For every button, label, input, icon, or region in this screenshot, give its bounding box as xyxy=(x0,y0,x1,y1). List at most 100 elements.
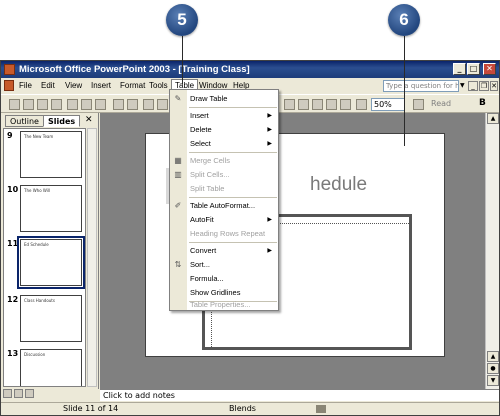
slides-pane: Outline Slides ✕ 9 The New Team 10 The W… xyxy=(1,113,99,389)
split-cells-icon: ▥ xyxy=(174,170,182,179)
menu-item-label: Heading Rows Repeat xyxy=(190,229,266,238)
menu-item-split-cells[interactable]: ▥ Split Cells... xyxy=(170,168,278,182)
slides-pane-scrollbar[interactable] xyxy=(87,128,97,387)
window-title: Microsoft Office PowerPoint 2003 - [Trai… xyxy=(19,64,250,75)
show-formatting-icon[interactable] xyxy=(340,99,351,110)
menu-item-label: Formula... xyxy=(190,274,224,283)
menu-item-label: Split Table xyxy=(190,184,225,193)
document-icon[interactable] xyxy=(4,80,14,91)
expand-all-icon[interactable] xyxy=(326,99,337,110)
submenu-arrow-icon: ▶ xyxy=(267,127,272,133)
submenu-arrow-icon: ▶ xyxy=(267,141,272,147)
thumbnail-title: Discussion xyxy=(24,352,46,357)
paragraph-icon[interactable] xyxy=(356,99,367,110)
zoom-select[interactable]: 50% xyxy=(371,98,405,111)
open-icon[interactable] xyxy=(23,99,34,110)
submenu-arrow-icon: ▶ xyxy=(267,113,272,119)
menu-item-select[interactable]: Select ▶ xyxy=(170,137,278,151)
permission-icon[interactable] xyxy=(51,99,62,110)
powerpoint-app-icon[interactable] xyxy=(4,64,15,75)
slide-title[interactable]: hedule xyxy=(310,174,367,196)
tab-slides[interactable]: Slides xyxy=(43,115,81,127)
close-button[interactable]: ✕ xyxy=(483,63,496,75)
submenu-arrow-icon: ▶ xyxy=(267,217,272,223)
menu-separator xyxy=(189,197,277,198)
prev-slide-icon[interactable]: ▲ xyxy=(487,351,499,362)
new-icon[interactable] xyxy=(9,99,20,110)
slide-number: 9 xyxy=(7,131,13,140)
copy-icon[interactable] xyxy=(157,99,168,110)
menu-item-convert[interactable]: Convert ▶ xyxy=(170,244,278,258)
table-menu-dropdown: ✎ Draw Table Insert ▶ Delete ▶ Select ▶ … xyxy=(169,89,279,311)
email-icon[interactable] xyxy=(67,99,78,110)
callout-6-leader xyxy=(404,36,405,146)
menu-item-draw-table[interactable]: ✎ Draw Table xyxy=(170,92,278,106)
menu-item-label: Sort... xyxy=(190,260,211,269)
merge-cells-icon: ▦ xyxy=(174,156,182,165)
menu-format[interactable]: Format xyxy=(120,81,145,90)
menu-item-label: Delete xyxy=(190,125,212,134)
scroll-up-icon[interactable]: ▲ xyxy=(487,113,499,124)
view-buttons xyxy=(3,389,43,401)
save-icon[interactable] xyxy=(37,99,48,110)
next-slide-icon[interactable]: ▼ xyxy=(487,375,499,386)
menu-item-merge-cells[interactable]: ▦ Merge Cells xyxy=(170,154,278,168)
menu-item-insert[interactable]: Insert ▶ xyxy=(170,109,278,123)
slide-number: 13 xyxy=(7,349,19,358)
research-icon[interactable] xyxy=(127,99,138,110)
print-preview-icon[interactable] xyxy=(95,99,106,110)
slide-count-status: Slide 11 of 14 xyxy=(63,404,119,413)
sort-icon: ⇅ xyxy=(174,260,182,269)
menu-tools[interactable]: Tools xyxy=(149,81,168,90)
menu-item-label: Merge Cells xyxy=(190,156,231,165)
print-icon[interactable] xyxy=(81,99,92,110)
menu-insert[interactable]: Insert xyxy=(91,81,111,90)
menu-item-heading-rows-repeat[interactable]: Heading Rows Repeat xyxy=(170,227,278,241)
notes-pane[interactable]: Click to add notes xyxy=(100,389,499,401)
menu-item-autofit[interactable]: AutoFit ▶ xyxy=(170,213,278,227)
menu-item-label: Show Gridlines xyxy=(190,288,241,297)
slide-show-icon[interactable] xyxy=(25,389,34,398)
insert-chart-icon[interactable] xyxy=(312,99,323,110)
menu-item-label: Table AutoFormat... xyxy=(190,201,256,210)
doc-restore-button[interactable]: ❐ xyxy=(479,81,489,91)
read-button[interactable]: Read xyxy=(431,99,451,108)
select-browse-icon[interactable]: ● xyxy=(487,363,499,374)
doc-minimize-button[interactable]: _ xyxy=(468,81,478,91)
menu-item-table-properties[interactable]: Table Properties... xyxy=(170,298,278,312)
cut-icon[interactable] xyxy=(143,99,154,110)
slide-number: 11 xyxy=(7,239,19,248)
help-icon[interactable] xyxy=(413,99,424,110)
normal-view-icon[interactable] xyxy=(3,389,12,398)
tab-outline[interactable]: Outline xyxy=(5,115,44,127)
menu-item-table-autoformat[interactable]: ✐ Table AutoFormat... xyxy=(170,199,278,213)
tables-borders-icon[interactable] xyxy=(298,99,309,110)
slide-thumbnail-12[interactable]: Class Handouts xyxy=(20,295,82,342)
slide-thumbnail-11[interactable]: Ed Schedule xyxy=(17,236,85,289)
menu-item-formula[interactable]: Formula... xyxy=(170,272,278,286)
help-dropdown-icon[interactable]: ▼ xyxy=(460,82,465,89)
doc-close-button[interactable]: ✕ xyxy=(490,81,498,91)
slide-thumbnail-10[interactable]: The Who Will xyxy=(20,185,82,232)
spelling-icon[interactable] xyxy=(113,99,124,110)
minimize-button[interactable]: _ xyxy=(453,63,466,75)
menu-edit[interactable]: Edit xyxy=(41,81,55,90)
thumbnail-title: The New Team xyxy=(24,134,54,139)
menu-view[interactable]: View xyxy=(65,81,82,90)
maximize-button[interactable]: □ xyxy=(467,63,480,75)
menu-item-split-table[interactable]: Split Table xyxy=(170,182,278,196)
menu-file[interactable]: File xyxy=(19,81,32,90)
slide-sorter-view-icon[interactable] xyxy=(14,389,23,398)
insert-table-icon[interactable] xyxy=(284,99,295,110)
slide-thumbnail-9[interactable]: The New Team xyxy=(20,131,82,178)
autoformat-icon: ✐ xyxy=(174,201,182,210)
menu-item-sort[interactable]: ⇅ Sort... xyxy=(170,258,278,272)
menu-item-label: Draw Table xyxy=(190,94,228,103)
bold-button[interactable]: B xyxy=(479,98,486,108)
help-search-input[interactable]: Type a question for help xyxy=(383,80,459,92)
menu-separator xyxy=(189,152,277,153)
slide-thumbnail-13[interactable]: Discussion xyxy=(20,349,82,386)
pane-close-icon[interactable]: ✕ xyxy=(85,115,93,125)
slide-scrollbar[interactable]: ▲ ▲ ● ▼ xyxy=(485,113,499,389)
menu-item-delete[interactable]: Delete ▶ xyxy=(170,123,278,137)
